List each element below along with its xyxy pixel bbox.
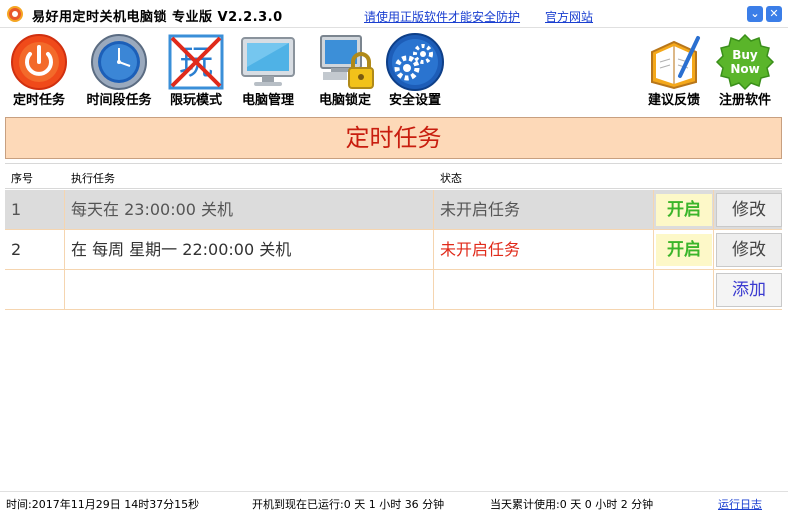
row-status-empty [434, 270, 654, 309]
column-header-index: 序号 [11, 172, 33, 185]
official-site-link[interactable]: 官方网站 [545, 8, 593, 25]
row-index: 1 [5, 190, 65, 229]
monitor-icon [241, 37, 295, 86]
title-bar: 易好用定时关机电脑锁 专业版 V2.2.3.0 请使用正版软件才能安全防护 官方… [0, 0, 788, 28]
row-add-cell: 添加 [714, 270, 782, 309]
clock-icon [91, 34, 147, 90]
toolbar-label: 限玩模式 [169, 93, 222, 108]
status-bar: 时间:2017年11月29日 14时37分15秒 开机到现在已运行:0 天 1 … [0, 491, 788, 515]
toolbar-pc-lock[interactable]: 电脑锁定 [312, 30, 378, 112]
page-title: 定时任务 [5, 117, 782, 159]
row-task: 在 每周 星期一 22:00:00 关机 [65, 230, 434, 269]
toolbar-feedback[interactable]: 建议反馈 [640, 30, 708, 112]
toolbar-label: 建议反馈 [647, 93, 700, 108]
app-logo-icon [7, 6, 23, 22]
toolbar: 定时任务 时间段任务 玩 限玩模式 电脑管理 [0, 28, 788, 114]
toolbar-label: 电脑锁定 [318, 93, 371, 108]
row-status: 未开启任务 [434, 190, 654, 229]
genuine-software-link[interactable]: 请使用正版软件才能安全防护 [364, 8, 520, 25]
add-button[interactable]: 添加 [716, 273, 782, 307]
row-index: 2 [5, 230, 65, 269]
computer-lock-icon [320, 35, 374, 89]
toolbar-pc-manage[interactable]: 电脑管理 [234, 30, 302, 112]
run-log-link[interactable]: 运行日志 [718, 496, 762, 512]
toolbar-label: 安全设置 [388, 93, 441, 108]
close-button[interactable]: ✕ [766, 6, 782, 22]
uptime: 开机到现在已运行:0 天 1 小时 36 分钟 [252, 498, 445, 511]
toolbar-restricted-play[interactable]: 玩 限玩模式 [164, 30, 228, 112]
edit-button[interactable]: 修改 [716, 193, 782, 227]
toolbar-label: 注册软件 [718, 93, 771, 108]
buy-text: Buy [732, 48, 758, 62]
column-header-task: 执行任务 [71, 172, 115, 185]
now-text: Now [730, 62, 759, 76]
current-time: 时间:2017年11月29日 14时37分15秒 [6, 498, 200, 511]
window-title: 易好用定时关机电脑锁 专业版 V2.2.3.0 [32, 10, 283, 25]
no-play-icon: 玩 [168, 34, 224, 90]
toolbar-register[interactable]: Buy Now 注册软件 [712, 30, 778, 112]
table-row[interactable]: 1 每天在 23:00:00 关机 未开启任务 开启 修改 [5, 190, 782, 230]
table-header: 序号 执行任务 状态 [5, 163, 782, 189]
notebook-icon [651, 36, 700, 90]
toolbar-scheduled-task[interactable]: 定时任务 [4, 30, 74, 112]
toolbar-period-task[interactable]: 时间段任务 [79, 30, 159, 112]
row-task: 每天在 23:00:00 关机 [65, 190, 434, 229]
row-enable-cell: 开启 [654, 190, 714, 229]
column-header-status: 状态 [440, 172, 462, 185]
row-enable-cell: 开启 [654, 230, 714, 269]
minimize-button[interactable]: ⌄ [747, 6, 763, 22]
toolbar-label: 时间段任务 [86, 93, 152, 108]
enable-button[interactable]: 开启 [656, 234, 712, 266]
row-status: 未开启任务 [434, 230, 654, 269]
gears-icon [386, 33, 444, 91]
toolbar-security-settings[interactable]: 安全设置 [382, 30, 448, 112]
buy-now-icon: Buy Now [715, 33, 775, 91]
today-usage: 当天累计使用:0 天 0 小时 2 分钟 [490, 498, 654, 511]
row-index-empty [5, 270, 65, 309]
table-row-empty: 添加 [5, 270, 782, 310]
table-row[interactable]: 2 在 每周 星期一 22:00:00 关机 未开启任务 开启 修改 [5, 230, 782, 270]
power-icon [11, 34, 67, 90]
row-task-empty [65, 270, 434, 309]
toolbar-label: 定时任务 [12, 93, 65, 108]
row-enable-empty [654, 270, 714, 309]
toolbar-label: 电脑管理 [241, 93, 294, 108]
row-edit-cell: 修改 [714, 230, 782, 269]
edit-button[interactable]: 修改 [716, 233, 782, 267]
enable-button[interactable]: 开启 [656, 194, 712, 226]
row-edit-cell: 修改 [714, 190, 782, 229]
